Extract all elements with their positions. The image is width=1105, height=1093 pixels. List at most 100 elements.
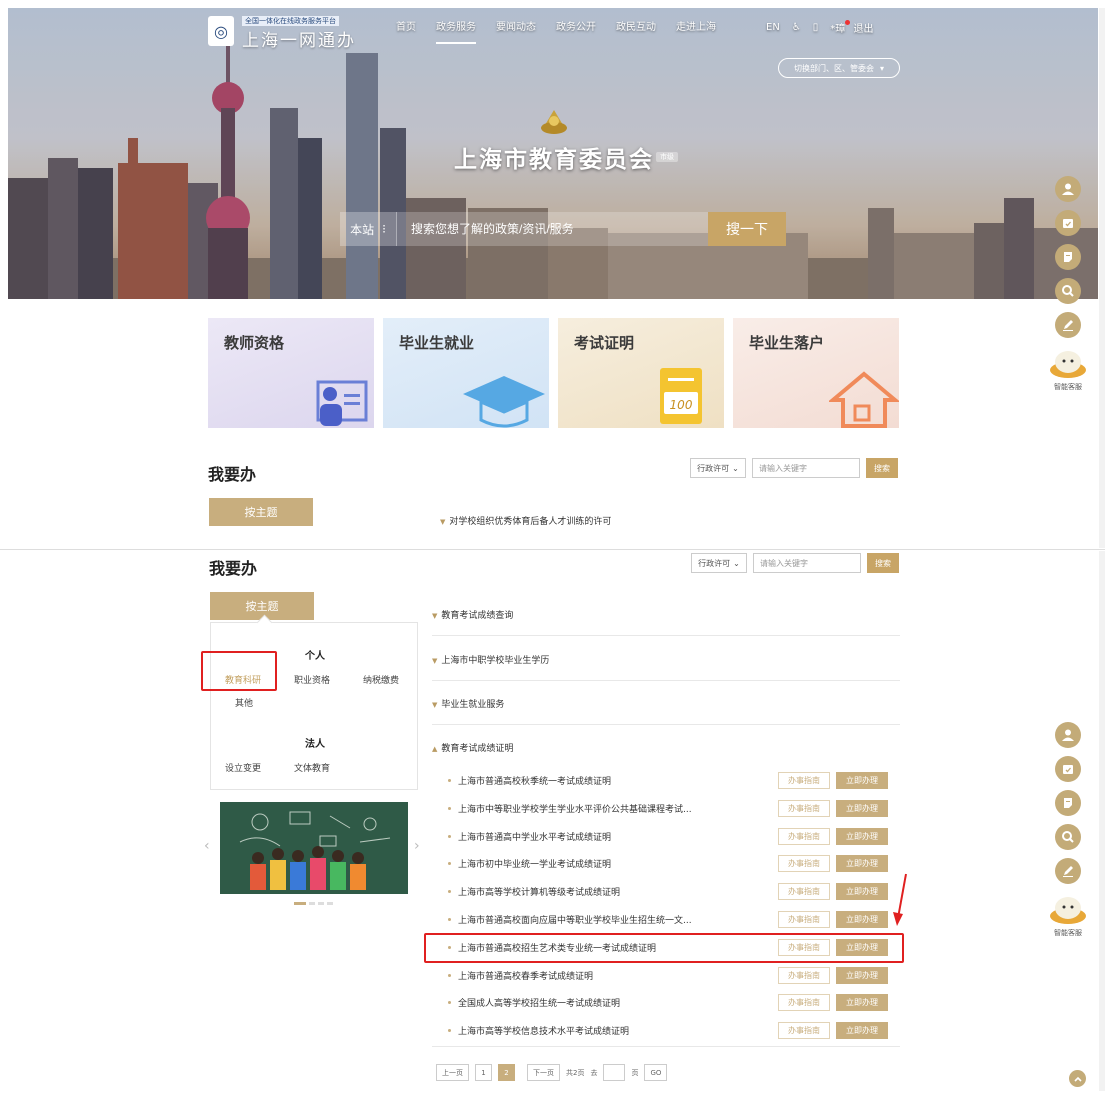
topic-tax-payment[interactable]: 纳税缴费 <box>363 673 399 686</box>
search-input[interactable] <box>396 212 708 246</box>
service-apply-button[interactable]: 立即办理 <box>836 1022 888 1039</box>
service-guide-button[interactable]: 办事指南 <box>778 772 830 789</box>
topic-setup-change[interactable]: 设立变更 <box>225 761 261 774</box>
card-graduate-employment[interactable]: 毕业生就业 <box>383 318 549 428</box>
service-guide-button[interactable]: 办事指南 <box>778 994 830 1011</box>
nav-about-shanghai[interactable]: 走进上海 <box>666 20 726 44</box>
service-name[interactable]: 上海市普通高校面向应届中等职业学校毕业生招生统一文... <box>458 913 692 926</box>
org-title: 上海市教育委员会 <box>454 147 654 173</box>
mobile-icon[interactable]: ▯ <box>813 22 819 33</box>
service-name[interactable]: 全国成人高等学校招生统一考试成绩证明 <box>458 996 620 1009</box>
category-graduate-employment[interactable]: ▼ 毕业生就业服务 <box>432 697 900 710</box>
keyword-input-2[interactable] <box>753 553 861 573</box>
accessibility-icon[interactable]: ♿ <box>792 22 801 33</box>
service-name[interactable]: 上海市普通高中学业水平考试成绩证明 <box>458 830 611 843</box>
service-name[interactable]: 上海市普通高校秋季统一考试成绩证明 <box>458 774 611 787</box>
service-guide-button[interactable]: 办事指南 <box>778 1022 830 1039</box>
bullet-icon <box>448 1001 451 1004</box>
service-link-first[interactable]: ▼ 对学校组织优秀体育后备人才训练的许可 <box>440 514 611 527</box>
graduation-cap-icon <box>463 376 545 428</box>
exam-paper-icon: 100 <box>660 368 702 424</box>
card-graduate-residence[interactable]: 毕业生落户 <box>733 318 899 428</box>
service-guide-button[interactable]: 办事指南 <box>778 883 830 900</box>
service-apply-button[interactable]: 立即办理 <box>836 800 888 817</box>
page-2-button[interactable]: 2 <box>498 1064 515 1081</box>
service-name[interactable]: 上海市高等学校信息技术水平考试成绩证明 <box>458 1024 629 1037</box>
service-apply-button[interactable]: 立即办理 <box>836 994 888 1011</box>
go-button[interactable]: GO <box>644 1064 668 1081</box>
search-button[interactable]: 搜一下 <box>708 212 786 246</box>
service-apply-button[interactable]: 立即办理 <box>836 855 888 872</box>
topic-other[interactable]: 其他 <box>235 696 253 709</box>
user-icon[interactable] <box>1055 722 1081 748</box>
category-exam-score-query[interactable]: ▼ 教育考试成绩查询 <box>432 608 900 621</box>
service-guide-button[interactable]: 办事指南 <box>778 855 830 872</box>
card-teacher-qualification[interactable]: 教师资格 <box>208 318 374 428</box>
exam-score-text: 100 <box>670 398 693 412</box>
service-guide-button[interactable]: 办事指南 <box>778 967 830 984</box>
topic-vocational-qualification[interactable]: 职业资格 <box>294 673 330 686</box>
service-name[interactable]: 上海市中等职业学校学生学业水平评价公共基础课程考试... <box>458 802 692 815</box>
scroll-to-top-button[interactable] <box>1069 1070 1086 1087</box>
nav-interaction[interactable]: 政民互动 <box>606 20 666 44</box>
category-select-2[interactable]: 行政许可 ⌄ <box>691 553 747 573</box>
service-row: 上海市高等学校计算机等级考试成绩证明 办事指南 立即办理 <box>432 882 892 902</box>
user-menu[interactable]: *璋 退出 <box>830 20 873 35</box>
category-select[interactable]: 行政许可 ⌄ <box>690 458 746 478</box>
service-apply-button[interactable]: 立即办理 <box>836 828 888 845</box>
topic-culture-education[interactable]: 文体教育 <box>294 761 330 774</box>
nav-services[interactable]: 政务服务 <box>426 20 486 44</box>
nav-public[interactable]: 政务公开 <box>546 20 606 44</box>
carousel-dots <box>294 902 333 905</box>
service-guide-button[interactable]: 办事指南 <box>778 911 830 928</box>
category-exam-score-certificate[interactable]: ▲ 教育考试成绩证明 <box>432 741 900 754</box>
chatbot-avatar-icon[interactable] <box>1048 894 1088 924</box>
search-icon[interactable] <box>1055 278 1081 304</box>
service-name[interactable]: 上海市高等学校计算机等级考试成绩证明 <box>458 885 620 898</box>
tab-by-topic[interactable]: 按主题 <box>209 498 313 526</box>
logo-subtitle: 全国一体化在线政务服务平台 <box>242 16 339 26</box>
notification-dot-icon <box>845 20 851 25</box>
keyword-search-button[interactable]: 搜索 <box>866 458 898 478</box>
search-icon[interactable] <box>1055 824 1081 850</box>
document-icon[interactable] <box>1055 790 1081 816</box>
department-switch-button[interactable]: 切换部门、区、管委会 ▾ <box>778 58 900 78</box>
service-name[interactable]: 上海市初中毕业统一学业考试成绩证明 <box>458 857 611 870</box>
next-page-button[interactable]: 下一页 <box>527 1064 560 1081</box>
service-guide-button[interactable]: 办事指南 <box>778 828 830 845</box>
todo-title-2: 我要办 <box>209 559 258 578</box>
service-apply-button[interactable]: 立即办理 <box>836 772 888 789</box>
nav-news[interactable]: 要闻动态 <box>486 20 546 44</box>
site-logo[interactable]: ◎ 全国一体化在线政务服务平台 上海一网通办 <box>208 14 358 51</box>
nav-home[interactable]: 首页 <box>386 20 426 44</box>
edit-icon[interactable] <box>1055 312 1081 338</box>
carousel-next-icon[interactable]: › <box>414 838 420 854</box>
goto-label: 去 <box>590 1068 598 1077</box>
scrollbar-top[interactable] <box>1099 8 1105 548</box>
chatbot-avatar-icon[interactable] <box>1048 348 1088 378</box>
card-exam-certificate[interactable]: 考试证明 100 <box>558 318 724 428</box>
language-toggle[interactable]: EN <box>766 22 780 33</box>
service-apply-button[interactable]: 立即办理 <box>836 911 888 928</box>
page-number-input[interactable] <box>603 1064 626 1081</box>
calendar-icon[interactable] <box>1055 210 1081 236</box>
service-name[interactable]: 上海市普通高校春季考试成绩证明 <box>458 969 593 982</box>
document-icon[interactable] <box>1055 244 1081 270</box>
calendar-icon[interactable] <box>1055 756 1081 782</box>
scrollbar-bottom[interactable] <box>1099 551 1105 1091</box>
carousel-prev-icon[interactable]: ‹ <box>204 838 210 854</box>
prev-page-button[interactable]: 上一页 <box>436 1064 469 1081</box>
service-apply-button[interactable]: 立即办理 <box>836 883 888 900</box>
logout-link[interactable]: 退出 <box>853 24 873 35</box>
edit-icon[interactable] <box>1055 858 1081 884</box>
keyword-input[interactable] <box>752 458 860 478</box>
user-icon[interactable] <box>1055 176 1081 202</box>
page-1-button[interactable]: 1 <box>475 1064 492 1081</box>
service-guide-button[interactable]: 办事指南 <box>778 800 830 817</box>
keyword-search-button-2[interactable]: 搜索 <box>867 553 899 573</box>
service-apply-button[interactable]: 立即办理 <box>836 967 888 984</box>
search-scope-select[interactable]: 本站 ⁝ <box>340 212 396 246</box>
house-icon <box>829 371 899 428</box>
bullet-icon <box>448 1029 451 1032</box>
category-vocational-diploma[interactable]: ▼ 上海市中职学校毕业生学历 <box>432 653 900 666</box>
